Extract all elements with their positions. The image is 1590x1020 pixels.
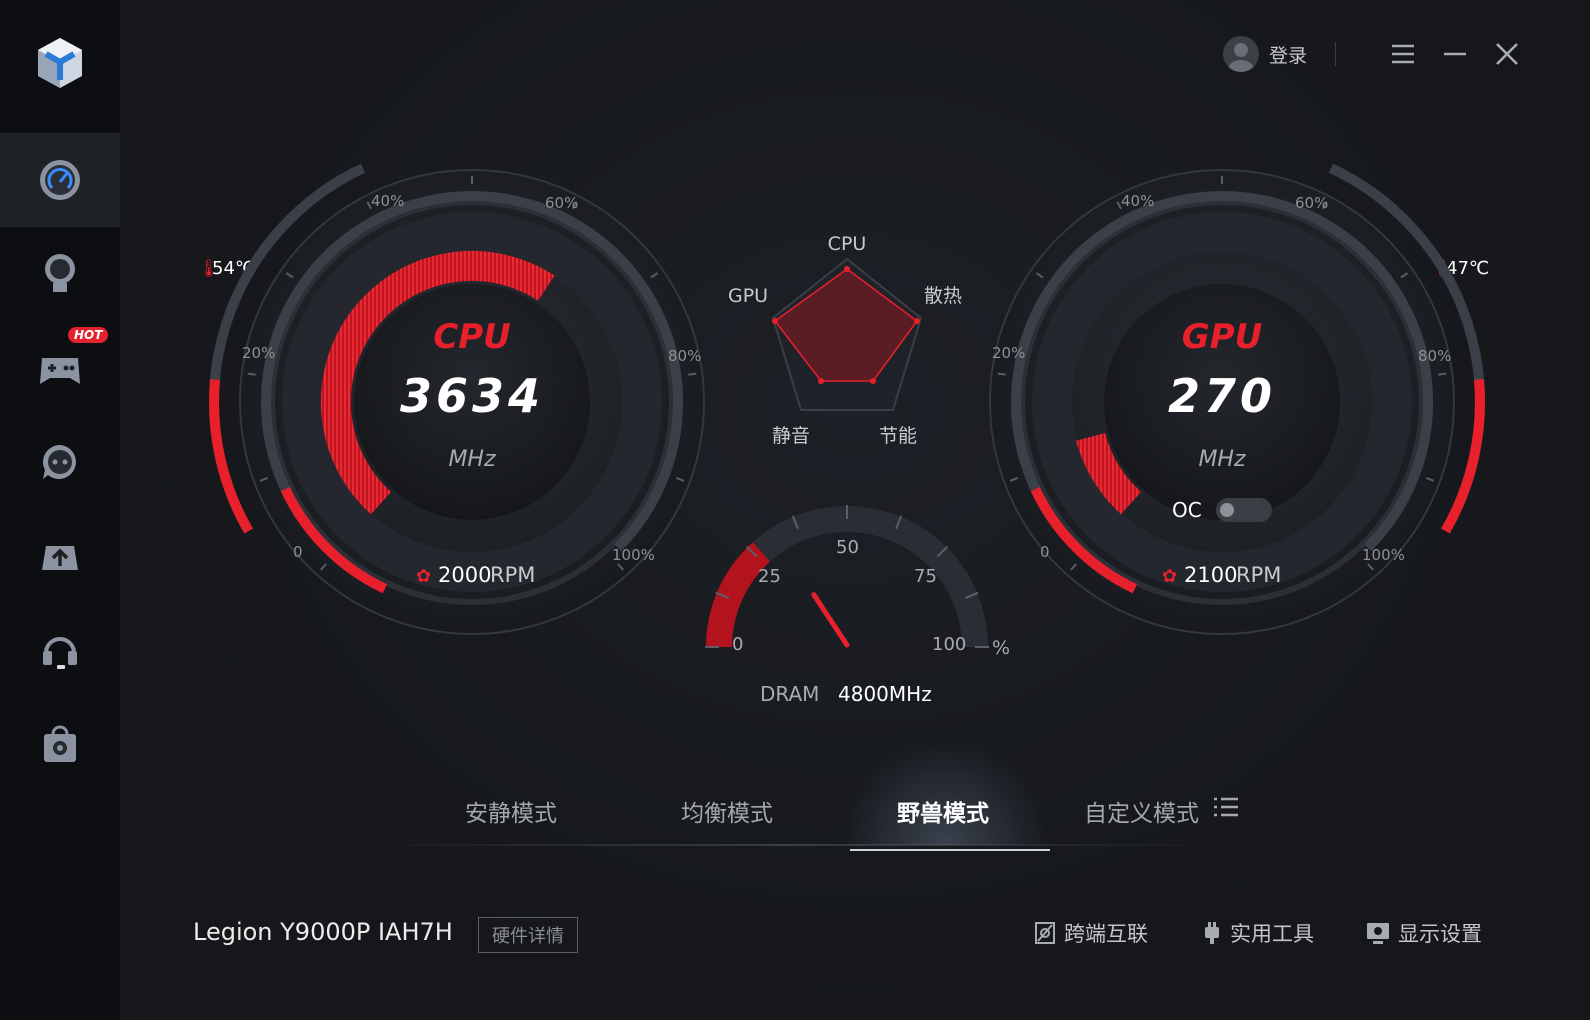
- cpu-scale-60: 60%: [545, 194, 578, 212]
- mode-tabs-divider: [360, 844, 1220, 846]
- cpu-fan-rpm: 2000: [438, 563, 491, 587]
- headset-icon: [43, 637, 77, 669]
- cpu-title: CPU: [433, 317, 510, 357]
- gpu-scale-80: 80%: [1418, 347, 1451, 365]
- oc-label: OC: [1172, 498, 1202, 522]
- gpu-gauge: GPU 270 MHz OC ✿ 2100 RPM 🌡 47℃ 0 20% 40…: [989, 163, 1489, 635]
- hardware-details-button[interactable]: 硬件详情: [478, 917, 578, 953]
- active-tab-glow: [840, 740, 1050, 845]
- dram-label: DRAM: [760, 682, 819, 706]
- dram-gauge: 0 25 50 75 100 % DRAM 4800MHz: [705, 505, 1010, 706]
- active-tab-underline: [850, 849, 1050, 851]
- dram-scale-0: 0: [732, 634, 743, 655]
- dram-frequency: 4800MHz: [838, 682, 932, 706]
- speedometer-icon: [40, 160, 80, 200]
- cpu-scale-tick: [247, 372, 256, 376]
- gpu-scale-40: 40%: [1121, 192, 1154, 210]
- radar-label-gpu: GPU: [728, 285, 768, 307]
- bulb-icon: [45, 254, 75, 292]
- gpu-fan-rpm: 2100: [1184, 563, 1237, 587]
- app-logo-icon: [34, 36, 86, 92]
- chat-bot-icon: [43, 445, 76, 479]
- cpu-gauge: CPU 3634 MHz ✿ 2000 RPM 🌡 54℃ 0 20% 40% …: [198, 163, 705, 635]
- sidebar-item-assistant[interactable]: [0, 415, 120, 509]
- dram-scale-50: 50: [836, 537, 859, 558]
- gauge-panel: CPU 3634 MHz ✿ 2000 RPM 🌡 54℃ 0 20% 40% …: [198, 163, 1489, 706]
- sidebar-item-performance[interactable]: [0, 133, 120, 227]
- oc-toggle[interactable]: [1216, 498, 1272, 522]
- gpu-scale-tick: [1438, 372, 1447, 376]
- cpu-fan-icon: ✿: [416, 566, 431, 587]
- gpu-scale-0: 0: [1040, 543, 1050, 561]
- dram-percent-sign: %: [992, 637, 1010, 659]
- gpu-scale-20: 20%: [992, 344, 1025, 362]
- dram-scale-75: 75: [914, 566, 937, 587]
- utilities-label: 实用工具: [1230, 922, 1314, 946]
- cpu-scale-tick: [688, 372, 697, 376]
- cpu-frequency-unit: MHz: [448, 447, 496, 472]
- upload-drive-icon: [42, 546, 78, 570]
- performance-radar: CPU 散热 节能 静音 GPU: [728, 233, 962, 447]
- cpu-scale-100: 100%: [612, 546, 655, 564]
- cpu-scale-80: 80%: [668, 347, 701, 365]
- cpu-fan-unit: RPM: [490, 563, 535, 587]
- gpu-frequency-value: 270: [1168, 369, 1276, 423]
- cpu-scale-40: 40%: [371, 192, 404, 210]
- custom-mode-list-icon[interactable]: [1213, 796, 1239, 818]
- radar-label-cpu: CPU: [828, 233, 867, 255]
- sidebar-item-headset[interactable]: [0, 603, 120, 697]
- gamepad-icon: [40, 358, 80, 384]
- gpu-title: GPU: [1182, 317, 1262, 357]
- tab-quiet-mode[interactable]: 安静模式: [465, 794, 557, 828]
- main-panel: 登录 CPU 3634 MHz ✿ 2000 RPM 🌡 54℃ 0 20% 4…: [120, 0, 1590, 1020]
- dram-scale-25: 25: [758, 566, 781, 587]
- cpu-scale-0: 0: [293, 543, 303, 561]
- shopping-bag-icon: [44, 725, 76, 762]
- display-settings-link[interactable]: 显示设置: [1366, 918, 1482, 948]
- sidebar-item-drivers[interactable]: [0, 509, 120, 603]
- gpu-scale-100: 100%: [1362, 546, 1405, 564]
- gpu-fan-unit: RPM: [1236, 563, 1281, 587]
- tab-custom-mode[interactable]: 自定义模式: [1084, 794, 1199, 828]
- radar-label-quiet: 静音: [772, 425, 810, 447]
- utilities-link[interactable]: 实用工具: [1202, 918, 1314, 948]
- gpu-scale-60: 60%: [1295, 194, 1328, 212]
- cross-device-link[interactable]: 跨端互联: [1034, 918, 1148, 948]
- device-model-name: Legion Y9000P IAH7H: [193, 918, 453, 946]
- tab-balanced-mode[interactable]: 均衡模式: [681, 794, 773, 828]
- cross-device-label: 跨端互联: [1064, 922, 1148, 946]
- sidebar-item-lighting[interactable]: [0, 227, 120, 321]
- cross-device-icon: [1035, 922, 1055, 944]
- display-settings-label: 显示设置: [1398, 922, 1482, 946]
- radar-label-power-saving: 节能: [879, 425, 917, 447]
- mode-tabs: 安静模式 均衡模式 野兽模式 自定义模式: [120, 740, 1590, 860]
- cpu-frequency-value: 3634: [400, 369, 544, 423]
- sidebar-item-store[interactable]: [0, 697, 120, 791]
- sidebar: HOT: [0, 0, 120, 1020]
- dram-scale-100: 100: [932, 634, 966, 655]
- display-settings-icon: [1367, 923, 1389, 944]
- gpu-fan-icon: ✿: [1162, 566, 1177, 587]
- gpu-scale-tick: [997, 372, 1006, 376]
- gpu-frequency-unit: MHz: [1198, 447, 1246, 472]
- cpu-scale-20: 20%: [242, 344, 275, 362]
- sidebar-item-games[interactable]: HOT: [0, 321, 120, 415]
- radar-label-cooling: 散热: [924, 285, 962, 307]
- tab-beast-mode[interactable]: 野兽模式: [897, 794, 989, 828]
- plug-icon: [1205, 922, 1219, 944]
- hot-badge: HOT: [68, 327, 109, 343]
